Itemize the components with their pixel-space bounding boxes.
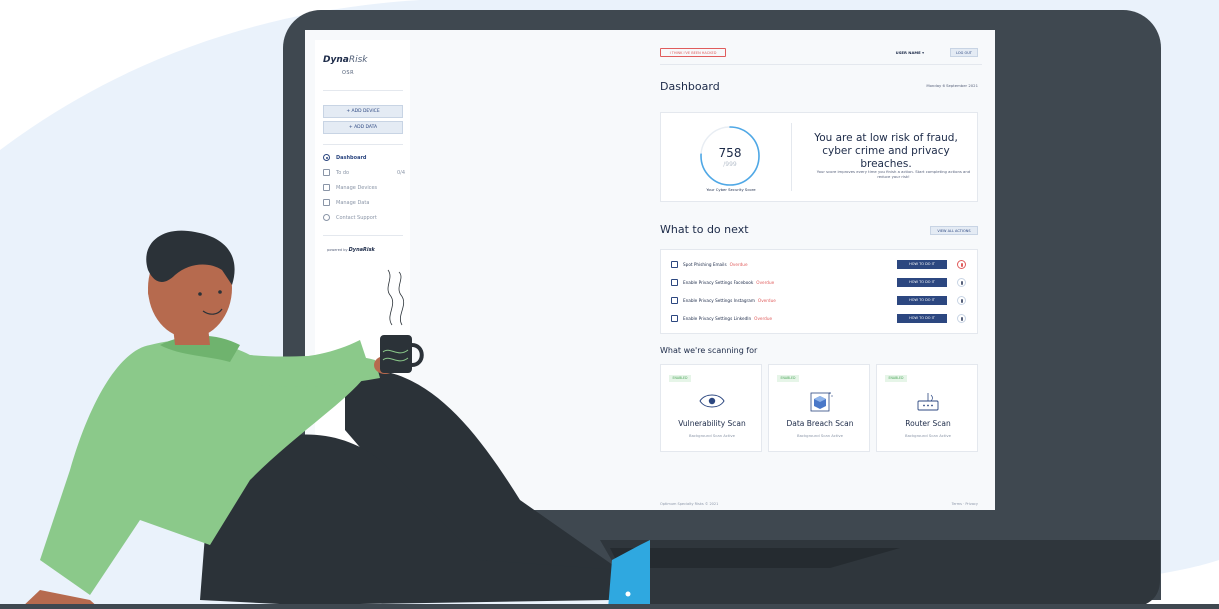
logout-button[interactable]: LOG OUT [950, 48, 978, 57]
id-card-icon [323, 199, 330, 206]
sidebar-item-dashboard[interactable]: Dashboard [323, 153, 405, 163]
user-menu[interactable]: USER NAME ▾ [896, 50, 924, 55]
scan-title: Router Scan [905, 419, 951, 428]
footer-links[interactable]: Terms · Privacy [952, 502, 978, 506]
sidebar-item-manage-devices[interactable]: Manage Devices [323, 183, 405, 193]
overdue-status: Overdue [757, 298, 776, 303]
how-to-button[interactable]: HOW TO DO IT [897, 296, 947, 305]
sidebar-item-todo[interactable]: To do 0/4 [323, 168, 405, 178]
enabled-badge: ENABLED [669, 375, 691, 382]
view-all-actions-button[interactable]: VIEW ALL ACTIONS [930, 226, 978, 235]
sidebar-item-contact-support[interactable]: Contact Support [323, 213, 405, 223]
overdue-status: Overdue [756, 280, 775, 285]
how-to-button[interactable]: HOW TO DO IT [897, 260, 947, 269]
powered-by-prefix: powered by [327, 248, 348, 252]
eye-icon [699, 394, 725, 408]
sidebar: DynaRisk OSR + ADD DEVICE + ADD DATA Das… [315, 40, 410, 500]
enabled-badge: ENABLED [777, 375, 799, 382]
actions-card: Spot Phishing Emails Overdue HOW TO DO IT… [660, 249, 978, 334]
action-label-wrap: Enable Privacy Settings Instagram Overdue [683, 298, 776, 303]
action-item: Enable Privacy Settings Instagram Overdue… [671, 296, 971, 306]
checkbox-icon [323, 169, 330, 176]
sidebar-divider [323, 90, 403, 91]
brand-logo-strong: Dyna [323, 55, 349, 65]
overdue-status: Overdue [729, 262, 748, 267]
scan-title: Data Breach Scan [786, 419, 854, 428]
cube-icon [810, 392, 833, 412]
score-value: 758 [718, 146, 742, 160]
action-checkbox[interactable] [671, 315, 678, 322]
person-icon[interactable] [957, 278, 966, 287]
radio-icon [323, 154, 330, 161]
enabled-badge: ENABLED [885, 375, 907, 382]
user-name: USER NAME [895, 50, 921, 55]
score-max: /999 [723, 161, 737, 168]
action-label: Spot Phishing Emails [683, 262, 727, 267]
action-label-wrap: Spot Phishing Emails Overdue [683, 262, 748, 267]
add-data-button[interactable]: + ADD DATA [323, 121, 403, 134]
scan-subtitle: Background Scan Active [688, 433, 736, 438]
powered-by: powered by DynaRisk [327, 247, 375, 253]
actions-title: What to do next [660, 223, 749, 236]
overdue-status: Overdue [754, 316, 773, 321]
sidebar-item-label: To do [336, 170, 350, 176]
person-icon[interactable] [957, 296, 966, 305]
scan-subtitle: Background Scan Active [796, 433, 844, 438]
how-to-button[interactable]: HOW TO DO IT [897, 278, 947, 287]
sidebar-item-label: Manage Data [336, 200, 370, 206]
how-to-button[interactable]: HOW TO DO IT [897, 314, 947, 323]
scan-card-data-breach[interactable]: ENABLED Data Breach Scan Background Scan… [768, 364, 870, 452]
action-item: Spot Phishing Emails Overdue HOW TO DO IT [671, 260, 971, 270]
scan-card-router[interactable]: ENABLED Router Scan Background Scan Acti… [876, 364, 978, 452]
scan-card-vulnerability[interactable]: ENABLED Vulnerability Scan Background Sc… [660, 364, 762, 452]
brand-logo-light: Risk [348, 55, 368, 65]
action-label-wrap: Enable Privacy Settings Facebook Overdue [683, 280, 774, 285]
action-checkbox[interactable] [671, 297, 678, 304]
score-divider [791, 123, 792, 191]
scanning-title: What we're scanning for [660, 346, 758, 355]
action-checkbox[interactable] [671, 279, 678, 286]
person-icon[interactable] [957, 260, 966, 269]
current-date: Monday 6 September 2021 [926, 83, 978, 88]
action-label: Enable Privacy Settings LinkedIn [683, 316, 752, 321]
sidebar-divider [323, 235, 403, 236]
header-divider [660, 64, 982, 65]
page-title: Dashboard [660, 80, 720, 93]
devices-icon [323, 184, 330, 191]
risk-subtext: Your score improves every time you finis… [816, 169, 971, 179]
app-screen: DynaRisk OSR + ADD DEVICE + ADD DATA Das… [305, 30, 995, 510]
action-label: Enable Privacy Settings Facebook [683, 280, 754, 285]
chevron-down-icon: ▾ [922, 50, 924, 55]
footer-copyright: Optimum Specialty Risks © 2021 [660, 502, 719, 506]
main-content: I THINK I'VE BEEN HACKED USER NAME ▾ LOG… [660, 40, 982, 506]
router-icon [917, 393, 939, 411]
sidebar-item-manage-data[interactable]: Manage Data [323, 198, 405, 208]
scan-title: Vulnerability Scan [678, 419, 746, 428]
score-caption: Your Cyber Security Score [706, 187, 756, 192]
action-checkbox[interactable] [671, 261, 678, 268]
sub-brand: OSR [342, 70, 355, 76]
powered-by-brand: DynaRisk [348, 247, 375, 253]
risk-headline: You are at low risk of fraud, cyber crim… [814, 132, 958, 170]
monitor-base [600, 540, 1160, 609]
sidebar-item-label: Contact Support [336, 215, 377, 221]
action-item: Enable Privacy Settings LinkedIn Overdue … [671, 314, 971, 324]
hacked-button[interactable]: I THINK I'VE BEEN HACKED [660, 48, 726, 57]
action-item: Enable Privacy Settings Facebook Overdue … [671, 278, 971, 288]
score-card: 758 /999 Your Cyber Security Score You a… [660, 112, 978, 202]
action-label-wrap: Enable Privacy Settings LinkedIn Overdue [683, 316, 772, 321]
person-icon[interactable] [957, 314, 966, 323]
chat-icon [323, 214, 330, 221]
sidebar-item-label: Manage Devices [336, 185, 378, 191]
sidebar-item-label: Dashboard [336, 155, 367, 161]
brand-logo[interactable]: DynaRisk [323, 55, 367, 65]
add-device-button[interactable]: + ADD DEVICE [323, 105, 403, 118]
sidebar-divider [323, 144, 403, 145]
action-label: Enable Privacy Settings Instagram [683, 298, 755, 303]
todo-count: 0/4 [396, 170, 405, 176]
scan-subtitle: Background Scan Active [904, 433, 952, 438]
